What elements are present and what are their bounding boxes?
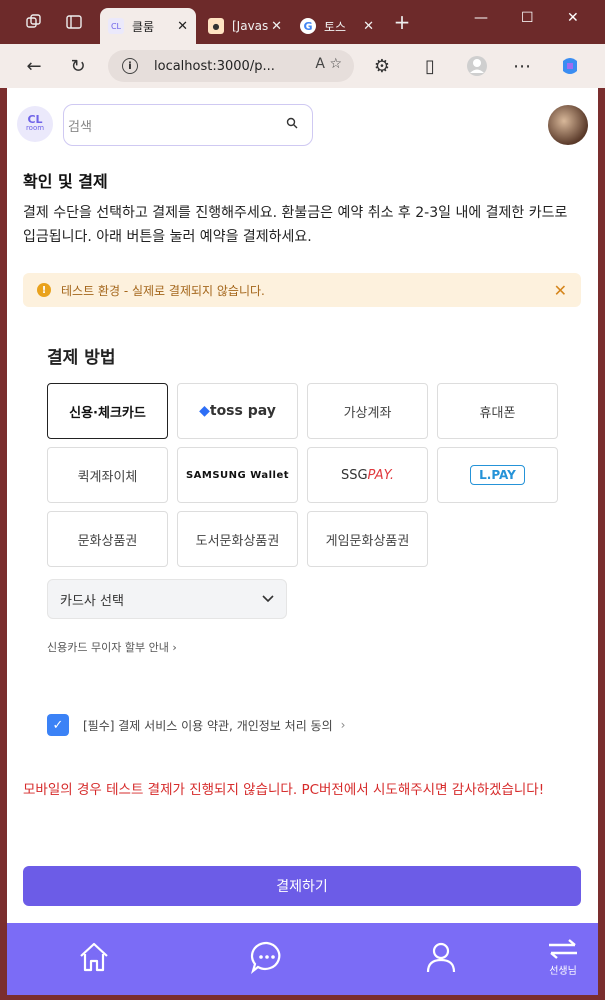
tab-javascript[interactable]: ● [Javas ✕ — [200, 8, 290, 44]
payment-method-label: 신용·체크카드 — [69, 405, 146, 421]
payment-method-virtual-account[interactable]: 가상계좌 — [307, 383, 428, 439]
switch-role-button[interactable]: 선생님 — [543, 937, 583, 977]
close-icon[interactable]: ✕ — [554, 281, 567, 300]
card-company-select[interactable]: 카드사 선택 — [47, 579, 287, 619]
tab-bar: CL 클룸 ✕ ● [Javas ✕ G 토스 ✕ + — ☐ ✕ — [0, 0, 605, 44]
maximize-icon[interactable]: ☐ — [521, 10, 534, 26]
payment-method-ssgpay[interactable]: SSGPAY. — [307, 447, 428, 503]
page-title: 확인 및 결제 — [23, 172, 108, 191]
site-logo[interactable]: CL room — [17, 106, 53, 142]
back-icon[interactable]: ← — [22, 54, 46, 78]
card-select-value: 카드사 선택 — [60, 593, 124, 609]
payment-method-lpay[interactable]: L.PAY — [437, 447, 558, 503]
ssgpay-logo: SSGPAY. — [340, 467, 395, 483]
search-placeholder: 검색 — [68, 119, 92, 135]
chevron-right-icon: › — [172, 641, 177, 654]
payment-methods-title: 결제 방법 — [47, 348, 116, 368]
bottom-nav: 선생님 — [7, 923, 598, 995]
switch-role-label: 선생님 — [549, 965, 577, 977]
url-field[interactable]: i localhost:3000/p... A ☆ — [108, 50, 354, 82]
payment-method-label: 가상계좌 — [343, 405, 392, 421]
tab-toss[interactable]: G 토스 ✕ — [292, 8, 382, 44]
lpay-logo: L.PAY — [470, 465, 525, 485]
workspaces-icon[interactable] — [22, 10, 46, 34]
tab-label: 클룸 — [132, 19, 155, 34]
new-tab-icon[interactable]: + — [390, 10, 414, 34]
payment-method-game-voucher[interactable]: 게임문화상품권 — [307, 511, 428, 567]
browser-window: CL 클룸 ✕ ● [Javas ✕ G 토스 ✕ + — ☐ ✕ ← ↻ i … — [0, 0, 605, 1000]
test-env-alert: ! 테스트 환경 - 실제로 결제되지 않습니다. ✕ — [23, 273, 581, 307]
tab-label: [Javas — [232, 19, 269, 33]
agreement-checkbox[interactable]: ✓ — [47, 714, 69, 736]
payment-method-label: 퀵계좌이체 — [77, 469, 138, 485]
payment-method-label: 게임문화상품권 — [325, 533, 410, 549]
home-icon[interactable] — [74, 937, 114, 977]
search-input[interactable]: 검색 — [63, 104, 313, 146]
refresh-icon[interactable]: ↻ — [66, 54, 90, 78]
payment-method-label: 문화상품권 — [77, 533, 138, 549]
close-window-icon[interactable]: ✕ — [567, 10, 579, 26]
installment-info-text: 신용카드 무이자 할부 안내 — [47, 641, 169, 654]
tab-close-icon[interactable]: ✕ — [363, 19, 374, 34]
search-icon[interactable] — [286, 117, 298, 133]
tab-close-icon[interactable]: ✕ — [177, 19, 188, 34]
split-screen-icon[interactable]: ▯ — [418, 54, 442, 78]
payment-method-phone[interactable]: 휴대폰 — [437, 383, 558, 439]
page-content: CL room 검색 확인 및 결제 결제 수단을 선택하고 결제를 진행해주세… — [7, 88, 598, 923]
chevron-right-icon[interactable]: › — [341, 718, 346, 732]
warning-icon: ! — [37, 283, 51, 297]
mobile-warning: 모바일의 경우 테스트 결제가 진행되지 않습니다. PC버전에서 시도해주시면… — [23, 782, 545, 798]
address-bar: ← ↻ i localhost:3000/p... A ☆ ⚙ ▯ ⋯ — [0, 44, 605, 88]
avatar[interactable] — [548, 105, 588, 145]
read-aloud-and-favorite-icon[interactable]: A ☆ — [315, 56, 342, 72]
tab-label: 토스 — [324, 19, 347, 34]
tosspay-logo: ◆toss pay — [199, 403, 276, 419]
terms-agreement[interactable]: ✓ [필수] 결제 서비스 이용 약관, 개인정보 처리 동의 › — [47, 714, 345, 736]
toss-logo-icon: ◆ — [199, 403, 210, 419]
tab-close-icon[interactable]: ✕ — [271, 19, 282, 34]
copilot-icon[interactable] — [558, 54, 582, 78]
tab-active[interactable]: CL 클룸 ✕ — [100, 8, 196, 44]
payment-method-book-voucher[interactable]: 도서문화상품권 — [177, 511, 298, 567]
tosspay-label: toss pay — [209, 403, 276, 419]
payment-method-card[interactable]: 신용·체크카드 — [47, 383, 168, 439]
logo-subtext: room — [25, 124, 45, 132]
page-description: 결제 수단을 선택하고 결제를 진행해주세요. 환불금은 예약 취소 후 2-3… — [23, 205, 568, 245]
google-icon: G — [300, 18, 316, 34]
site-favicon-icon: CL — [108, 18, 124, 34]
payment-method-tosspay[interactable]: ◆toss pay — [177, 383, 298, 439]
url-text: localhost:3000/p... — [154, 58, 275, 74]
agreement-text: [필수] 결제 서비스 이용 약관, 개인정보 처리 동의 — [83, 718, 333, 733]
chevron-down-icon — [262, 592, 274, 606]
tab-actions-icon[interactable] — [62, 10, 86, 34]
payment-methods-grid: 신용·체크카드 ◆toss pay 가상계좌 휴대폰 퀵계좌이체 SAMSUNG… — [47, 383, 559, 567]
installment-info-link[interactable]: 신용카드 무이자 할부 안내 › — [47, 639, 177, 655]
payment-method-quick-transfer[interactable]: 퀵계좌이체 — [47, 447, 168, 503]
extensions-icon[interactable]: ⚙ — [370, 54, 394, 78]
logo-text: CL — [27, 113, 43, 126]
pay-button[interactable]: 결제하기 — [23, 866, 581, 906]
payment-method-label: 휴대폰 — [479, 405, 516, 421]
switch-arrows-icon — [549, 938, 577, 959]
payment-method-label: 도서문화상품권 — [195, 533, 280, 549]
payment-method-culture-voucher[interactable]: 문화상품권 — [47, 511, 168, 567]
minimize-icon[interactable]: — — [474, 10, 488, 26]
samsung-wallet-logo: SAMSUNG Wallet — [185, 469, 290, 481]
chat-icon[interactable] — [247, 937, 287, 977]
more-options-icon[interactable]: ⋯ — [510, 54, 534, 78]
alert-text: 테스트 환경 - 실제로 결제되지 않습니다. — [61, 283, 265, 298]
site-info-icon[interactable]: i — [122, 58, 138, 74]
user-icon[interactable] — [421, 937, 461, 977]
tab-favicon-icon: ● — [208, 18, 224, 34]
payment-method-samsung-wallet[interactable]: SAMSUNG Wallet — [177, 447, 298, 503]
profile-icon[interactable] — [465, 54, 489, 78]
